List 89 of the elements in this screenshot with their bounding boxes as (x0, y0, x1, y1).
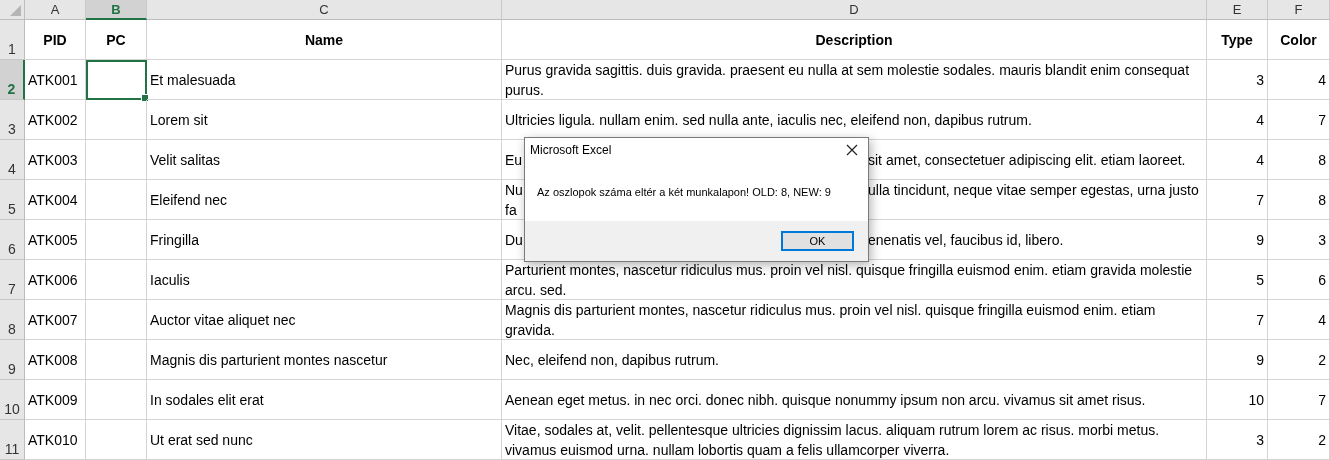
column-header[interactable]: C (147, 0, 502, 20)
table-cell: Nec, eleifend non, dapibus rutrum. (502, 340, 1207, 380)
row-header[interactable]: 5 (0, 180, 25, 220)
column-title: Name (147, 20, 502, 60)
column-header[interactable]: E (1207, 0, 1268, 20)
column-header[interactable]: D (502, 0, 1207, 20)
close-icon[interactable] (846, 144, 858, 156)
column-title: PID (25, 20, 86, 60)
table-cell: Magnis dis parturient montes nascetur (147, 340, 502, 380)
ok-button[interactable]: OK (781, 231, 854, 251)
table-cell: In sodales elit erat (147, 380, 502, 420)
empty-cell (86, 380, 147, 420)
table-cell: ATK005 (25, 220, 86, 260)
table-cell: 9 (1207, 340, 1268, 380)
column-header[interactable]: A (25, 0, 86, 20)
table-cell: 6 (1268, 260, 1330, 300)
table-cell: 2 (1268, 420, 1330, 460)
table-cell: Ut erat sed nunc (147, 420, 502, 460)
table-cell: 7 (1268, 380, 1330, 420)
fill-handle[interactable] (141, 94, 149, 102)
row-header[interactable]: 6 (0, 220, 25, 260)
column-title: Description (502, 20, 1207, 60)
table-cell: 9 (1207, 220, 1268, 260)
table-cell: ATK003 (25, 140, 86, 180)
table-cell: Vitae, sodales at, velit. pellentesque ultricies dignissim lacus. aliquam rutrum lorem ac risus. morbi metus. vivamus euismod urna. nullam lobortis quam a felis ullamcorper viverra. (502, 420, 1207, 460)
column-title: Type (1207, 20, 1268, 60)
column-header[interactable]: B (86, 0, 147, 20)
table-cell: 4 (1268, 60, 1330, 100)
table-cell-text: Eu (505, 150, 523, 170)
table-cell: 7 (1268, 100, 1330, 140)
table-cell: Auctor vitae aliquet nec (147, 300, 502, 340)
table-cell: 7 (1207, 180, 1268, 220)
table-cell-text: sit amet, consectetuer adipiscing elit. etiam laoreet. (868, 150, 1187, 170)
table-cell: 5 (1207, 260, 1268, 300)
dialog-title: Microsoft Excel (530, 143, 612, 157)
table-cell: ATK009 (25, 380, 86, 420)
table-cell-text: Du (505, 230, 523, 250)
empty-cell (86, 260, 147, 300)
column-title: PC (86, 20, 147, 60)
row-header[interactable]: 2 (0, 60, 25, 100)
table-cell: 8 (1268, 180, 1330, 220)
table-cell: ATK007 (25, 300, 86, 340)
row-header[interactable]: 8 (0, 300, 25, 340)
table-cell: 3 (1207, 420, 1268, 460)
table-cell: Iaculis (147, 260, 502, 300)
table-cell: 4 (1207, 100, 1268, 140)
table-cell: Fringilla (147, 220, 502, 260)
row-header[interactable]: 3 (0, 100, 25, 140)
table-cell: ATK008 (25, 340, 86, 380)
table-cell-text: enenatis vel, faucibus id, libero. (868, 230, 1065, 250)
table-cell: ATK010 (25, 420, 86, 460)
table-cell: Velit salitas (147, 140, 502, 180)
table-cell: Aenean eget metus. in nec orci. donec nibh. quisque nonummy ipsum non arcu. vivamus sit amet risus. (502, 380, 1207, 420)
dialog-message: Az oszlopok száma eltér a két munkalapon! OLD: 8, NEW: 9 (537, 185, 831, 198)
table-cell: Et malesuada (147, 60, 502, 100)
table-cell: 3 (1268, 220, 1330, 260)
row-header[interactable]: 9 (0, 340, 25, 380)
table-cell: Lorem sit (147, 100, 502, 140)
table-cell: ATK006 (25, 260, 86, 300)
row-header[interactable]: 4 (0, 140, 25, 180)
table-cell-text: Nu fa (505, 180, 523, 220)
empty-cell (86, 140, 147, 180)
empty-cell (86, 420, 147, 460)
table-cell: 4 (1268, 300, 1330, 340)
selected-cell[interactable] (86, 60, 147, 100)
row-header[interactable]: 10 (0, 380, 25, 420)
empty-cell (86, 340, 147, 380)
column-title: Color (1268, 20, 1330, 60)
table-cell: ATK002 (25, 100, 86, 140)
column-header[interactable]: F (1268, 0, 1330, 20)
table-cell: 2 (1268, 340, 1330, 380)
empty-cell (86, 220, 147, 260)
row-header[interactable]: 7 (0, 260, 25, 300)
row-header[interactable]: 1 (0, 20, 25, 60)
table-cell-text: ulla tincidunt, neque vitae semper egestas, urna justo (868, 180, 1200, 200)
empty-cell (86, 300, 147, 340)
empty-cell (86, 180, 147, 220)
table-cell: ATK004 (25, 180, 86, 220)
table-cell: 10 (1207, 380, 1268, 420)
table-cell: 3 (1207, 60, 1268, 100)
empty-cell (86, 100, 147, 140)
table-cell: Eleifend nec (147, 180, 502, 220)
table-cell: 4 (1207, 140, 1268, 180)
table-cell: Purus gravida sagittis. duis gravida. praesent eu nulla at sem molestie sodales. mauris blandit enim consequat purus. (502, 60, 1207, 100)
table-cell: 7 (1207, 300, 1268, 340)
table-cell: Magnis dis parturient montes, nascetur ridiculus mus. proin vel nisl. quisque fringilla euismod enim. etiam gravida. (502, 300, 1207, 340)
table-cell: ATK001 (25, 60, 86, 100)
row-header[interactable]: 11 (0, 420, 25, 460)
table-cell: 8 (1268, 140, 1330, 180)
